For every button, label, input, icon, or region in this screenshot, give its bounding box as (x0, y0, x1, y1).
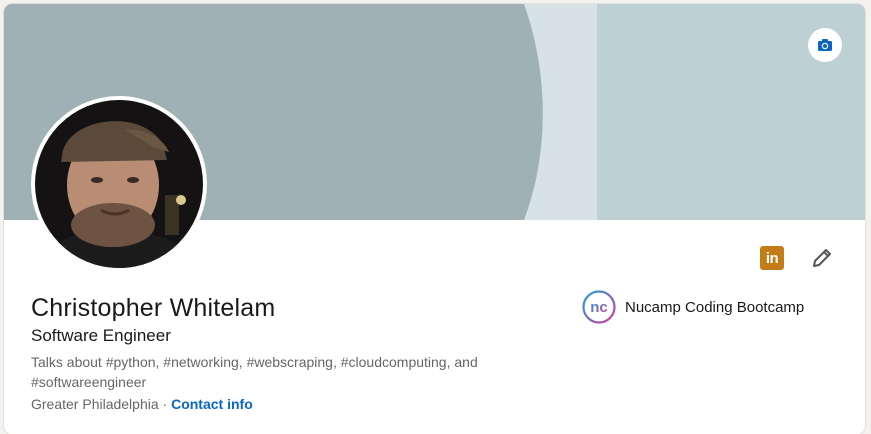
company-name: Nucamp Coding Bootcamp (625, 298, 805, 316)
edit-cover-button[interactable] (808, 28, 842, 62)
nucamp-logo: nc (582, 290, 616, 324)
company-link[interactable]: nc Nucamp Coding Bootcamp (582, 290, 804, 324)
svg-text:nc: nc (590, 299, 608, 316)
pencil-icon (813, 249, 831, 267)
profile-photo-image (35, 100, 203, 268)
camera-icon (818, 39, 832, 51)
location-text: Greater Philadelphia (31, 396, 159, 412)
separator-dot: · (162, 396, 168, 412)
profile-headline: Software Engineer (31, 326, 171, 345)
talks-about: Talks about #python, #networking, #websc… (31, 354, 478, 390)
profile-name: Christopher Whitelam (31, 294, 276, 322)
edit-intro-button[interactable] (808, 244, 836, 272)
profile-actions: in (760, 244, 836, 272)
linkedin-icon[interactable]: in (760, 246, 784, 270)
location-line: Greater Philadelphia · Contact info (31, 396, 253, 412)
contact-info-link[interactable]: Contact info (171, 396, 253, 412)
profile-photo[interactable] (31, 96, 207, 272)
profile-card: in Christopher Whitelam Software Enginee… (4, 4, 865, 434)
